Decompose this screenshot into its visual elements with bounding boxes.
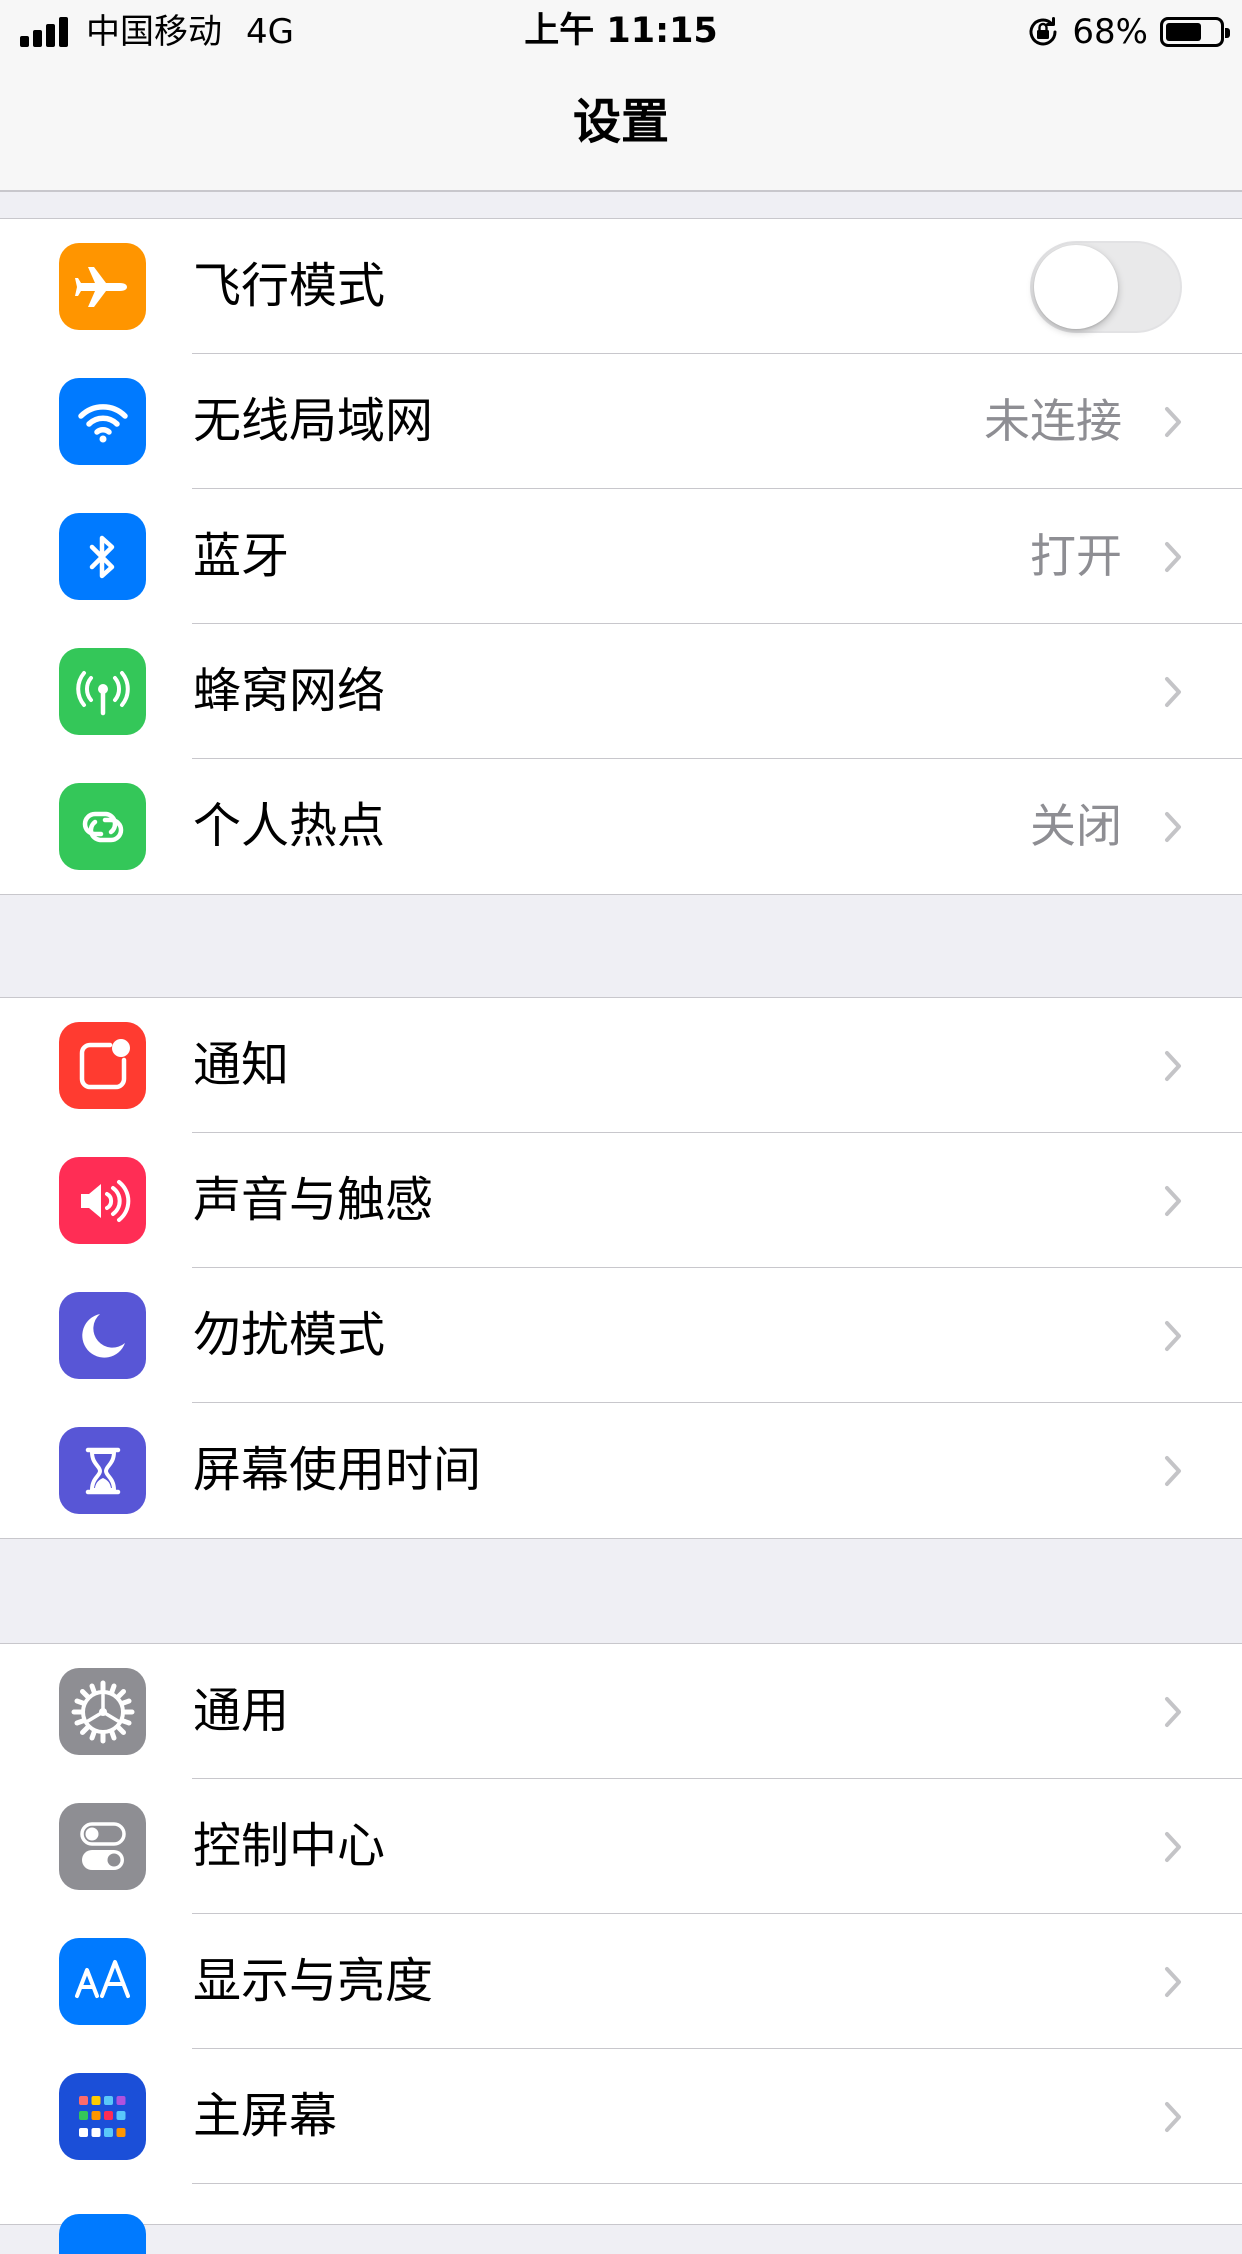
toggle-knob <box>1034 245 1118 329</box>
settings-row-label: 显示与亮度 <box>193 1953 434 2009</box>
orientation-lock-icon <box>1029 17 1057 46</box>
chevron-right-icon <box>1165 1832 1181 1862</box>
settings-row-label: 个人热点 <box>193 798 386 854</box>
settings-row-wifi[interactable]: 无线局域网 未连接 <box>0 354 1242 489</box>
battery-cap <box>1225 28 1230 38</box>
notifications-icon <box>59 1022 146 1109</box>
gear-icon <box>59 1668 146 1755</box>
partial-row-icon <box>59 2214 146 2254</box>
settings-row-label: 声音与触感 <box>193 1172 434 1228</box>
page-title: 设置 <box>572 94 669 150</box>
chevron-right-icon <box>1165 1697 1181 1727</box>
chevron-right-icon <box>1165 1321 1181 1351</box>
settings-row-personal-hotspot[interactable]: 个人热点 关闭 <box>0 759 1242 894</box>
chevron-right-icon <box>1165 2102 1181 2132</box>
chevron-right-icon <box>1165 1456 1181 1486</box>
settings-row-label: 通用 <box>193 1683 290 1739</box>
text-size-aa-icon <box>59 1938 146 2025</box>
chevron-right-icon <box>1165 812 1181 842</box>
settings-row-partial[interactable] <box>0 2184 1242 2254</box>
settings-row-label: 蓝牙 <box>193 528 290 584</box>
bluetooth-icon <box>59 513 146 600</box>
chevron-right-icon <box>1165 542 1181 572</box>
settings-row-display-brightness[interactable]: 显示与亮度 <box>0 1914 1242 2049</box>
settings-row-value: 打开 <box>1030 529 1122 583</box>
airplane-icon <box>59 243 146 330</box>
settings-row-general[interactable]: 通用 <box>0 1644 1242 1779</box>
settings-group-connectivity: 飞行模式 无线局域网 未连接 蓝牙 打开 蜂窝网络 个人热点 关闭 <box>0 218 1242 895</box>
settings-group-general: 通用 控制中心 显示与亮度 主屏幕 <box>0 1643 1242 2254</box>
settings-row-label: 勿扰模式 <box>193 1307 386 1363</box>
cellular-antenna-icon <box>59 648 146 735</box>
settings-row-bluetooth[interactable]: 蓝牙 打开 <box>0 489 1242 624</box>
settings-row-label: 通知 <box>193 1037 290 1093</box>
chevron-right-icon <box>1165 677 1181 707</box>
settings-group-notifications: 通知 声音与触感 勿扰模式 屏幕使用时间 <box>0 997 1242 1539</box>
settings-row-screen-time[interactable]: 屏幕使用时间 <box>0 1403 1242 1538</box>
navigation-bar: 设置 <box>0 62 1242 192</box>
chevron-right-icon <box>1165 407 1181 437</box>
toggles-icon <box>59 1803 146 1890</box>
battery-level-fill <box>1166 23 1201 41</box>
settings-row-value: 未连接 <box>984 394 1122 448</box>
settings-row-label: 飞行模式 <box>193 258 386 314</box>
chevron-right-icon <box>1165 1051 1181 1081</box>
settings-row-control-center[interactable]: 控制中心 <box>0 1779 1242 1914</box>
chevron-right-icon <box>1165 1186 1181 1216</box>
speaker-icon <box>59 1157 146 1244</box>
wifi-icon <box>59 378 146 465</box>
moon-icon <box>59 1292 146 1379</box>
settings-row-cellular[interactable]: 蜂窝网络 <box>0 624 1242 759</box>
battery-percent: 68% <box>1072 12 1148 52</box>
airplane-mode-toggle[interactable] <box>1030 241 1182 333</box>
settings-row-value: 关闭 <box>1030 799 1122 853</box>
status-right: 68% <box>1026 10 1230 54</box>
settings-row-airplane-mode: 飞行模式 <box>0 219 1242 354</box>
chevron-right-icon <box>1165 1967 1181 1997</box>
settings-row-label: 蜂窝网络 <box>193 663 386 719</box>
settings-row-label: 屏幕使用时间 <box>193 1442 482 1498</box>
settings-row-label: 主屏幕 <box>193 2088 338 2144</box>
settings-row-label: 控制中心 <box>193 1818 386 1874</box>
settings-row-label: 无线局域网 <box>193 393 434 449</box>
hourglass-icon <box>59 1427 146 1514</box>
settings-row-do-not-disturb[interactable]: 勿扰模式 <box>0 1268 1242 1403</box>
status-bar: 中国移动 4G 上午 11:15 68% <box>0 0 1242 62</box>
settings-row-home-screen[interactable]: 主屏幕 <box>0 2049 1242 2184</box>
app-grid-icon <box>59 2073 146 2160</box>
settings-row-notifications[interactable]: 通知 <box>0 998 1242 1133</box>
settings-row-sounds-haptics[interactable]: 声音与触感 <box>0 1133 1242 1268</box>
hotspot-link-icon <box>59 783 146 870</box>
battery-icon <box>1160 17 1230 47</box>
